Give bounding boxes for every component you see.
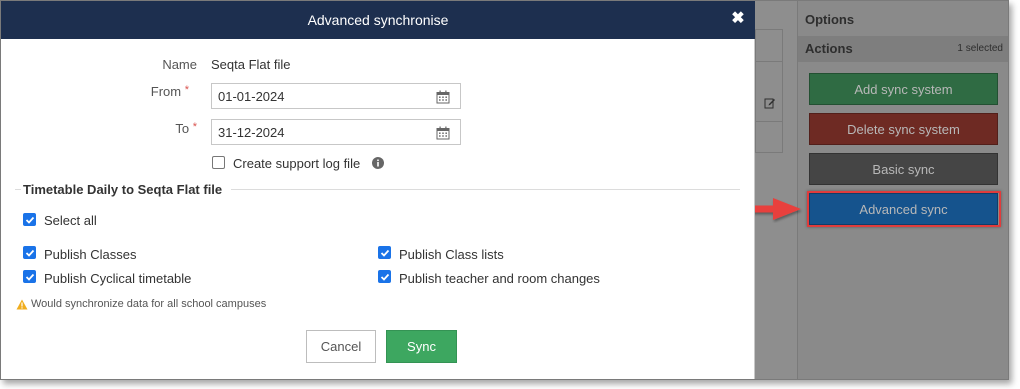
select-all-checkbox[interactable] [23, 213, 36, 226]
required-marker: * [184, 84, 189, 96]
dialog-header: Advanced synchronise ✖ [1, 1, 755, 39]
publish-classes-checkbox[interactable] [23, 246, 36, 259]
dialog-title: Advanced synchronise [307, 12, 449, 28]
check-icon [25, 273, 34, 281]
calendar-icon[interactable] [436, 126, 450, 140]
publish-cyclical-timetable-label: Publish Cyclical timetable [44, 271, 192, 286]
publish-teacher-room-changes-label: Publish teacher and room changes [399, 271, 600, 286]
edit-icon [761, 94, 779, 112]
close-icon[interactable]: ✖ [729, 10, 747, 28]
info-icon[interactable] [372, 157, 384, 169]
to-date-input[interactable] [211, 119, 461, 145]
screenshot-frame: Options Actions 1 selected Add sync syst… [0, 0, 1009, 380]
support-log-checkbox[interactable] [212, 156, 225, 169]
publish-teacher-room-changes-checkbox[interactable] [378, 270, 391, 283]
background-table [755, 29, 783, 153]
support-log-label: Create support log file [233, 156, 361, 171]
publish-cyclical-timetable-checkbox[interactable] [23, 270, 36, 283]
section-divider [231, 189, 740, 190]
from-label: From * [109, 84, 189, 99]
background-row-divider [755, 61, 783, 62]
warning-text: Would synchronize data for all school ca… [31, 298, 267, 310]
check-icon [380, 273, 389, 281]
cancel-button[interactable]: Cancel [306, 330, 376, 363]
check-icon [380, 249, 389, 257]
calendar-icon[interactable] [436, 90, 450, 104]
basic-sync-button[interactable]: Basic sync [809, 153, 998, 185]
publish-class-lists-checkbox[interactable] [378, 246, 391, 259]
publish-class-lists-label: Publish Class lists [399, 247, 504, 262]
to-label-text: To [175, 121, 190, 136]
selected-count: 1 selected [957, 43, 1003, 54]
select-all-label: Select all [44, 213, 97, 228]
publish-classes-label: Publish Classes [44, 247, 137, 262]
from-date-input[interactable] [211, 83, 461, 109]
section-divider [15, 189, 21, 190]
name-label: Name [162, 57, 197, 72]
advanced-synchronise-dialog: Advanced synchronise ✖ Name Seqta Flat f… [1, 1, 755, 379]
delete-sync-system-button[interactable]: Delete sync system [809, 113, 998, 145]
advanced-sync-highlight [807, 191, 1001, 227]
required-marker: * [192, 121, 197, 133]
options-title: Options [805, 12, 855, 27]
actions-title: Actions [805, 41, 853, 56]
from-label-text: From [150, 84, 182, 99]
background-row-divider [755, 121, 783, 122]
check-icon [25, 249, 34, 257]
add-sync-system-button[interactable]: Add sync system [809, 73, 998, 105]
campus-warning: Would synchronize data for all school ca… [16, 298, 266, 310]
check-icon [25, 216, 34, 224]
warning-icon [16, 299, 28, 309]
sync-button[interactable]: Sync [386, 330, 457, 363]
actions-header: Actions 1 selected [798, 36, 1008, 62]
section-title: Timetable Daily to Seqta Flat file [23, 182, 223, 197]
to-label: To * [117, 121, 197, 136]
name-value: Seqta Flat file [211, 57, 291, 72]
